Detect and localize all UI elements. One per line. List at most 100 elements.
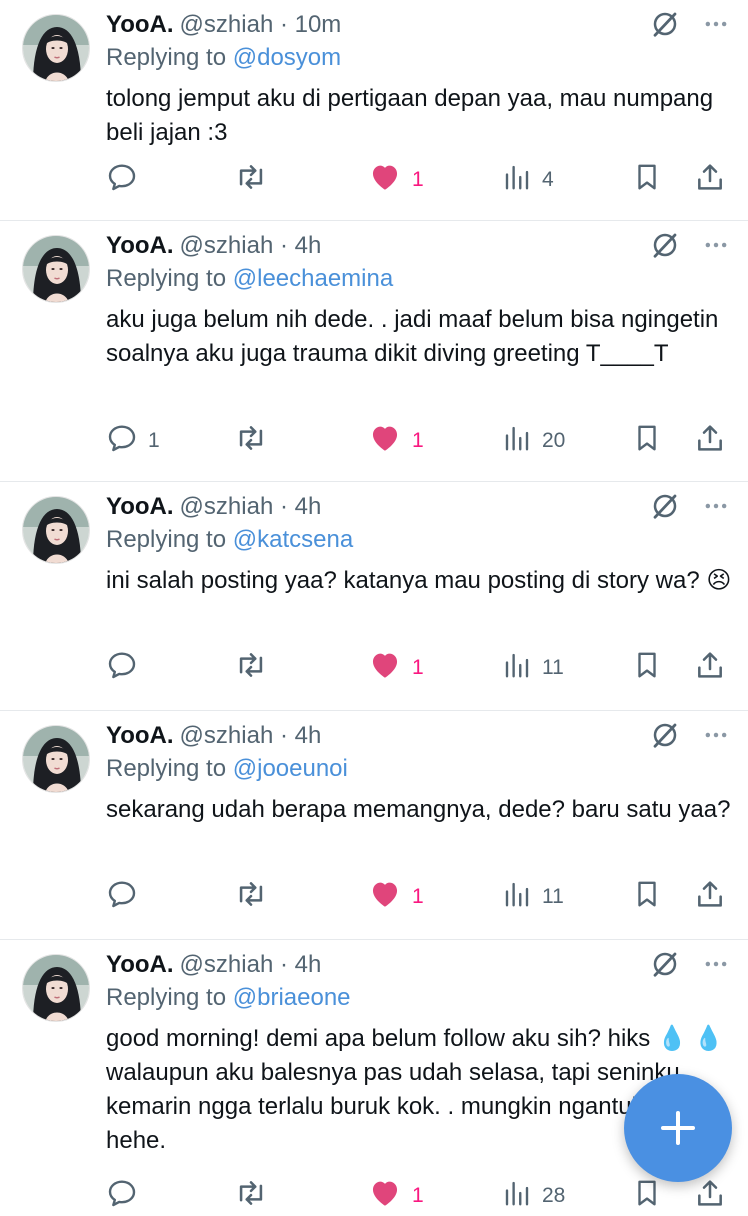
plus-icon xyxy=(661,1111,695,1145)
like-button[interactable]: 1 xyxy=(368,1176,424,1216)
views-button[interactable]: 11 xyxy=(502,877,564,917)
reply-count: 1 xyxy=(148,429,160,452)
share-icon xyxy=(694,1177,726,1215)
display-name[interactable]: YooA. xyxy=(106,493,174,520)
tweet-3[interactable]: YooA. @szhiah · 4h Replying to @katcsena … xyxy=(0,482,748,711)
reply-to-link[interactable]: @dosyom xyxy=(233,44,341,71)
view-count: 20 xyxy=(542,429,566,452)
reply-button[interactable]: 1 xyxy=(106,421,160,461)
views-button[interactable]: 11 xyxy=(502,648,564,688)
grok-icon[interactable] xyxy=(650,230,680,265)
reply-button[interactable] xyxy=(106,877,148,917)
bar-chart-icon xyxy=(502,162,532,198)
reply-button[interactable] xyxy=(106,648,148,688)
reply-button[interactable] xyxy=(106,160,148,200)
grok-icon[interactable] xyxy=(650,9,680,44)
tweet-header: YooA. @szhiah · 4h xyxy=(106,229,321,263)
grok-icon[interactable] xyxy=(650,491,680,526)
view-count: 11 xyxy=(542,656,564,679)
avatar[interactable] xyxy=(22,725,90,793)
handle-and-time[interactable]: @szhiah · 4h xyxy=(180,493,322,520)
speech-bubble-icon xyxy=(106,878,138,916)
tweet-header: YooA. @szhiah · 10m xyxy=(106,8,341,42)
handle-and-time[interactable]: @szhiah · 4h xyxy=(180,722,322,749)
like-count: 1 xyxy=(412,656,424,679)
compose-button[interactable] xyxy=(624,1074,732,1182)
views-button[interactable]: 4 xyxy=(502,160,554,200)
views-button[interactable]: 28 xyxy=(502,1176,565,1216)
view-count: 4 xyxy=(542,168,554,191)
speech-bubble-icon xyxy=(106,649,138,687)
share-button[interactable] xyxy=(694,1176,726,1216)
bookmark-button[interactable] xyxy=(632,1176,662,1216)
share-button[interactable] xyxy=(694,160,726,200)
more-options-icon[interactable] xyxy=(702,10,730,43)
tweet-header: YooA. @szhiah · 4h xyxy=(106,490,321,524)
like-button[interactable]: 1 xyxy=(368,160,424,200)
action-bar: 1 28 xyxy=(106,1176,728,1216)
header-actions xyxy=(650,231,730,263)
header-actions xyxy=(650,721,730,753)
bookmark-icon xyxy=(632,1178,662,1214)
views-button[interactable]: 20 xyxy=(502,421,565,461)
heart-icon xyxy=(368,421,402,461)
bookmark-icon xyxy=(632,423,662,459)
more-options-icon[interactable] xyxy=(702,492,730,525)
heart-icon xyxy=(368,877,402,917)
reply-button[interactable] xyxy=(106,1176,148,1216)
bookmark-icon xyxy=(632,162,662,198)
retweet-button[interactable] xyxy=(234,1176,268,1216)
tweet-1[interactable]: YooA. @szhiah · 10m Replying to @dosyom t… xyxy=(0,0,748,221)
like-button[interactable]: 1 xyxy=(368,877,424,917)
avatar[interactable] xyxy=(22,14,90,82)
action-bar: 1 11 xyxy=(106,648,728,688)
view-count: 28 xyxy=(542,1184,566,1207)
retweet-button[interactable] xyxy=(234,421,268,461)
replying-to: Replying to @leechaemina xyxy=(106,265,394,292)
like-button[interactable]: 1 xyxy=(368,648,424,688)
reply-to-link[interactable]: @jooeunoi xyxy=(233,755,348,782)
bar-chart-icon xyxy=(502,1178,532,1214)
display-name[interactable]: YooA. xyxy=(106,951,174,978)
more-options-icon[interactable] xyxy=(702,950,730,983)
share-button[interactable] xyxy=(694,648,726,688)
reply-to-link[interactable]: @leechaemina xyxy=(233,265,393,292)
retweet-button[interactable] xyxy=(234,648,268,688)
display-name[interactable]: YooA. xyxy=(106,232,174,259)
bookmark-button[interactable] xyxy=(632,648,662,688)
bookmark-button[interactable] xyxy=(632,877,662,917)
reply-to-link[interactable]: @katcsena xyxy=(233,526,353,553)
like-button[interactable]: 1 xyxy=(368,421,424,461)
like-count: 1 xyxy=(412,168,424,191)
more-options-icon[interactable] xyxy=(702,231,730,264)
retweet-icon xyxy=(234,877,268,917)
header-actions xyxy=(650,950,730,982)
handle-and-time[interactable]: @szhiah · 10m xyxy=(180,11,342,38)
bookmark-button[interactable] xyxy=(632,421,662,461)
grok-icon[interactable] xyxy=(650,949,680,984)
more-options-icon[interactable] xyxy=(702,721,730,754)
like-count: 1 xyxy=(412,429,424,452)
display-name[interactable]: YooA. xyxy=(106,722,174,749)
retweet-button[interactable] xyxy=(234,877,268,917)
handle-and-time[interactable]: @szhiah · 4h xyxy=(180,232,322,259)
share-icon xyxy=(694,161,726,199)
reply-to-link[interactable]: @briaeone xyxy=(233,984,351,1011)
share-icon xyxy=(694,422,726,460)
replying-to: Replying to @katcsena xyxy=(106,526,354,553)
avatar[interactable] xyxy=(22,496,90,564)
action-bar: 1 11 xyxy=(106,877,728,917)
avatar[interactable] xyxy=(22,954,90,1022)
share-button[interactable] xyxy=(694,421,726,461)
grok-icon[interactable] xyxy=(650,720,680,755)
like-count: 1 xyxy=(412,1184,424,1207)
display-name[interactable]: YooA. xyxy=(106,11,174,38)
tweet-4[interactable]: YooA. @szhiah · 4h Replying to @jooeunoi … xyxy=(0,711,748,940)
retweet-button[interactable] xyxy=(234,160,268,200)
avatar[interactable] xyxy=(22,235,90,303)
handle-and-time[interactable]: @szhiah · 4h xyxy=(180,951,322,978)
header-actions xyxy=(650,492,730,524)
share-button[interactable] xyxy=(694,877,726,917)
tweet-2[interactable]: YooA. @szhiah · 4h Replying to @leechaemi… xyxy=(0,221,748,482)
bookmark-button[interactable] xyxy=(632,160,662,200)
